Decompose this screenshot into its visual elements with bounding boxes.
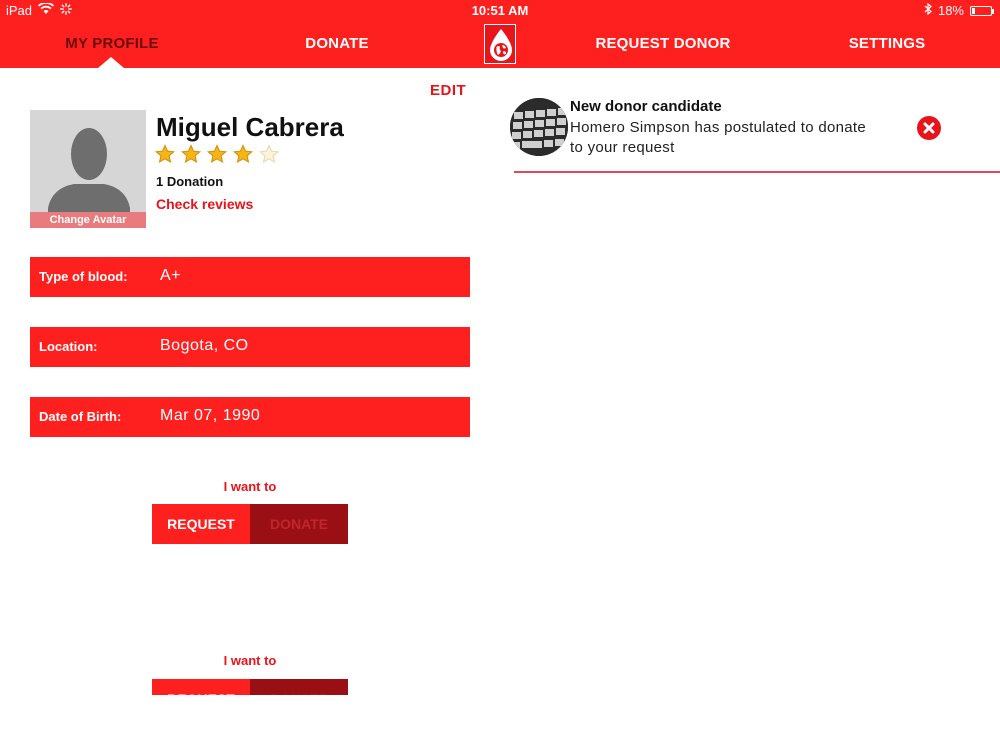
- tab-request-donor[interactable]: REQUEST DONOR: [578, 34, 748, 54]
- i-want-to-label-duplicate: I want to: [223, 653, 277, 668]
- location-field: Location: Bogota, CO: [30, 327, 470, 367]
- field-label: Type of blood:: [39, 269, 128, 284]
- tab-my-profile[interactable]: MY PROFILE: [36, 34, 188, 54]
- donate-toggle-button[interactable]: DONATE: [250, 679, 348, 695]
- status-bar: iPad 10:51 AM 18%: [0, 0, 1000, 20]
- avatar[interactable]: [30, 110, 146, 228]
- donate-toggle-button[interactable]: DONATE: [250, 504, 348, 544]
- battery-fill: [972, 7, 975, 14]
- donation-count: 1 Donation: [156, 174, 224, 189]
- profile-name: Miguel Cabrera: [156, 112, 344, 142]
- request-donate-toggle: REQUEST DONATE: [152, 504, 348, 544]
- star-filled-icon: [207, 144, 227, 164]
- person-silhouette-icon: [48, 128, 130, 228]
- active-tab-indicator: [98, 57, 124, 68]
- field-value: Bogota, CO: [160, 337, 249, 354]
- notification-title: New donor candidate: [570, 98, 722, 115]
- blood-type-field: Type of blood: A+: [30, 257, 470, 297]
- date-of-birth-field: Date of Birth: Mar 07, 1990: [30, 397, 470, 437]
- request-donate-toggle-duplicate: REQUEST DONATE: [152, 679, 348, 695]
- star-filled-icon: [233, 144, 253, 164]
- check-reviews-link[interactable]: Check reviews: [156, 196, 253, 212]
- bluetooth-icon: [924, 2, 932, 18]
- star-empty-icon: [259, 144, 279, 164]
- change-avatar-button[interactable]: Change Avatar: [30, 212, 146, 228]
- battery-icon: [970, 5, 994, 16]
- battery-percent: 18%: [937, 3, 964, 18]
- edit-button[interactable]: EDIT: [430, 82, 466, 99]
- close-icon[interactable]: [917, 116, 941, 140]
- rating-stars: [155, 144, 279, 164]
- tab-settings[interactable]: SETTINGS: [828, 34, 946, 54]
- star-filled-icon: [155, 144, 175, 164]
- status-time: 10:51 AM: [471, 3, 529, 18]
- notification-body: Homero Simpson has postulated to donate …: [570, 119, 867, 156]
- candidate-photo: [510, 98, 568, 156]
- blood-drop-globe-icon[interactable]: [484, 24, 516, 64]
- field-value: Mar 07, 1990: [160, 407, 261, 424]
- field-label: Date of Birth:: [39, 409, 122, 424]
- field-label: Location:: [39, 339, 98, 354]
- i-want-to-label: I want to: [223, 479, 277, 494]
- tab-donate[interactable]: DONATE: [270, 34, 404, 54]
- request-toggle-button[interactable]: REQUEST: [152, 504, 250, 544]
- request-toggle-button[interactable]: REQUEST: [152, 679, 250, 695]
- notification-divider: [514, 171, 1000, 173]
- field-value: A+: [160, 267, 182, 284]
- star-filled-icon: [181, 144, 201, 164]
